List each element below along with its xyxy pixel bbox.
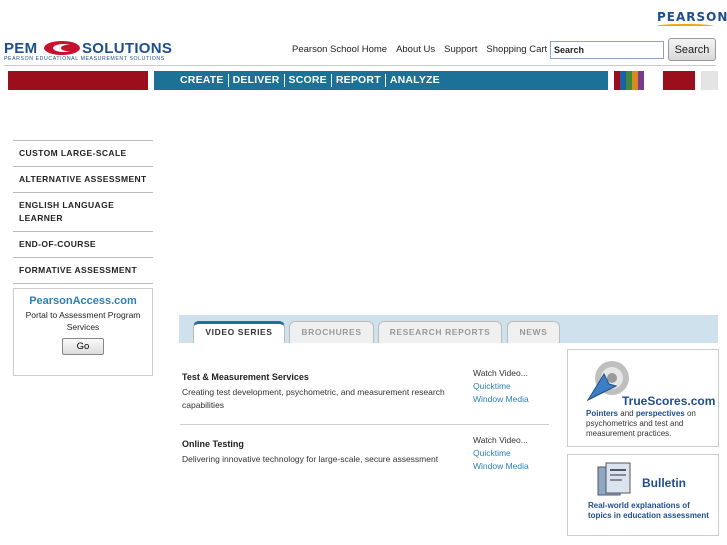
sidebar-item-alternative-assessment[interactable]: ALTERNATIVE ASSESSMENT	[13, 167, 153, 193]
truescores-desc-and: and	[618, 409, 636, 418]
go-button[interactable]: Go	[62, 338, 104, 355]
tab-video-series[interactable]: VIDEO SERIES	[193, 321, 285, 343]
bulletin-description: Real-world explanations of topics in edu…	[588, 501, 709, 520]
top-nav-link-school-home[interactable]: Pearson School Home	[292, 44, 387, 55]
video-description: Delivering innovative technology for lar…	[182, 454, 439, 464]
watch-video-links: Watch Video... Quicktime Window Media	[473, 434, 529, 473]
pearson-access-description: Portal to Assessment Program Services	[25, 310, 141, 332]
pearson-swoosh	[657, 24, 713, 28]
main-nav-deliver[interactable]: DELIVER	[229, 74, 285, 87]
tab-news[interactable]: NEWS	[507, 321, 560, 343]
sidebar-item-formative-assessment[interactable]: FORMATIVE ASSESSMENT	[13, 258, 153, 284]
header-bar-left	[8, 71, 148, 90]
main-nav-analyze[interactable]: ANALYZE	[386, 74, 444, 87]
top-navigation: Pearson School Home About Us Support Sho…	[292, 44, 547, 55]
pearson-access-title[interactable]: PearsonAccess.com	[14, 295, 152, 307]
watch-video-label: Watch Video...	[473, 435, 528, 445]
header-bar-right	[663, 71, 695, 90]
main-nav-bar: CREATE DELIVER SCORE REPORT ANALYZE	[154, 71, 608, 90]
pearson-logo[interactable]: PEARSON	[657, 10, 727, 24]
sidebar-item-english-language-learner[interactable]: ENGLISH LANGUAGE LEARNER	[13, 193, 153, 232]
header-divider	[4, 65, 716, 66]
main-nav-report[interactable]: REPORT	[332, 74, 386, 87]
window-media-link[interactable]: Window Media	[473, 393, 529, 406]
sidebar-item-custom-large-scale[interactable]: CUSTOM LARGE-SCALE	[13, 141, 153, 167]
truescores-desc-bold2: perspectives	[635, 409, 685, 418]
bulletin-promo[interactable]: Bulletin Real-world explanations of topi…	[567, 454, 719, 536]
item-divider	[180, 424, 549, 425]
window-media-link[interactable]: Window Media	[473, 460, 529, 473]
main-nav-create[interactable]: CREATE	[180, 74, 229, 87]
pem-solutions-logo[interactable]: PEM SOLUTIONS PEARSON EDUCATIONAL MEASUR…	[4, 38, 182, 64]
quicktime-link[interactable]: Quicktime	[473, 447, 529, 460]
watch-video-label: Watch Video...	[473, 368, 528, 378]
color-stripes	[614, 71, 644, 90]
header-bar-grey	[701, 71, 718, 90]
pearson-access-box: PearsonAccess.com Portal to Assessment P…	[13, 288, 153, 376]
watch-video-links: Watch Video... Quicktime Window Media	[473, 367, 529, 406]
top-nav-link-cart[interactable]: Shopping Cart	[486, 44, 547, 55]
truescores-desc-bold1: Pointers	[586, 409, 619, 418]
video-description: Creating test development, psychometric,…	[182, 387, 445, 410]
search-button[interactable]: Search	[668, 38, 716, 61]
bulletin-title: Bulletin	[642, 476, 686, 490]
top-nav-link-support[interactable]: Support	[444, 44, 477, 55]
quicktime-link[interactable]: Quicktime	[473, 380, 529, 393]
main-nav-score[interactable]: SCORE	[285, 74, 332, 87]
sidebar-item-end-of-course[interactable]: END-OF-COURSE	[13, 232, 153, 258]
truescores-promo[interactable]: TrueScores.com Pointers and perspectives…	[567, 349, 719, 447]
truescores-description: Pointers and perspectives on psychometri…	[586, 409, 714, 439]
tab-brochures[interactable]: BROCHURES	[289, 321, 374, 343]
bulletin-document-icon	[597, 462, 631, 496]
truescores-title: TrueScores.com	[622, 394, 716, 408]
content-tab-bar: VIDEO SERIES BROCHURES RESEARCH REPORTS …	[179, 315, 718, 343]
pem-tagline: PEARSON EDUCATIONAL MEASUREMENT SOLUTION…	[4, 56, 165, 62]
search-input[interactable]	[550, 41, 664, 59]
top-nav-link-about[interactable]: About Us	[396, 44, 435, 55]
pem-logo-right-text: SOLUTIONS	[82, 40, 173, 57]
tab-research-reports[interactable]: RESEARCH REPORTS	[378, 321, 502, 343]
sidebar-nav: CUSTOM LARGE-SCALE ALTERNATIVE ASSESSMEN…	[13, 140, 153, 284]
